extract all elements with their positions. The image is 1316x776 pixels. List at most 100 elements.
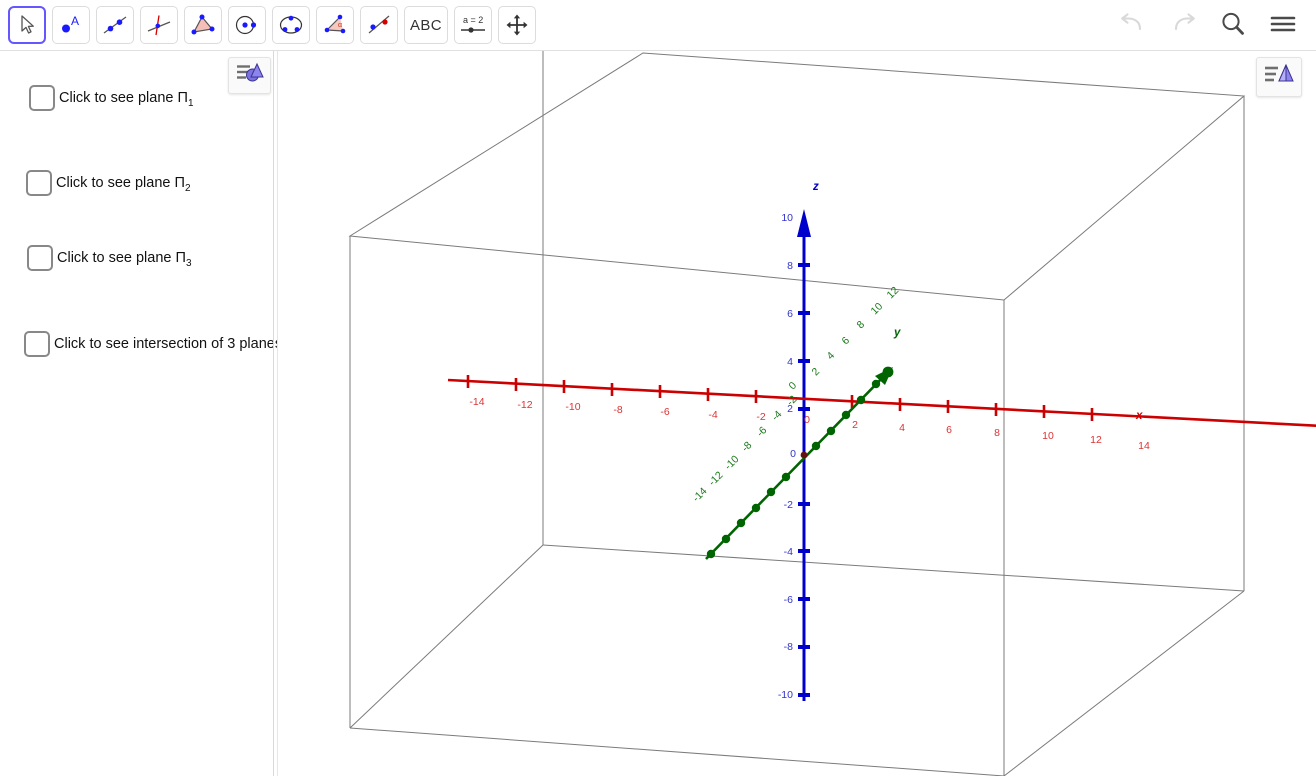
svg-text:-10: -10 <box>722 453 741 472</box>
y-axis: -14 -12 -10 -8 -6 -4 -2 0 2 4 6 8 10 12 … <box>690 284 902 560</box>
move-tool-button[interactable] <box>8 6 46 44</box>
angle-alpha-icon: α <box>322 14 348 36</box>
svg-text:-14: -14 <box>469 396 484 408</box>
angle-tool-button[interactable]: α <box>316 6 354 44</box>
svg-text:14: 14 <box>1138 440 1150 452</box>
svg-text:10: 10 <box>869 300 886 317</box>
svg-text:6: 6 <box>787 308 793 320</box>
z-axis-tick-labels: 10 8 6 4 2 0 -2 -4 -6 -8 -10 <box>778 212 796 701</box>
checkbox-label-intersection: Click to see intersection of 3 planes <box>54 336 283 352</box>
svg-text:-4: -4 <box>784 546 793 558</box>
perpendicular-line-icon <box>146 14 172 36</box>
y-axis-label: y <box>893 327 901 339</box>
checkbox-plane-3[interactable] <box>27 245 53 271</box>
toolbar-actions <box>1114 6 1302 44</box>
graphics3d-view-stylebar-button[interactable] <box>1256 57 1302 97</box>
checkbox-label-plane-3: Click to see plane Π3 <box>57 250 192 269</box>
svg-text:12: 12 <box>1090 434 1102 446</box>
svg-text:2: 2 <box>810 365 823 378</box>
x-axis: -14 -12 -10 -8 -6 -4 -2 0 2 4 6 8 10 12 … <box>447 375 1316 452</box>
graphics-3d-canvas[interactable]: 10 8 6 4 2 0 -2 -4 -6 -8 -10 z -14 -12 -… <box>278 51 1316 776</box>
checkbox-plane-1[interactable] <box>29 85 55 111</box>
svg-text:-12: -12 <box>706 469 725 488</box>
svg-text:a = 2: a = 2 <box>463 15 483 25</box>
point-tool-button[interactable]: A <box>52 6 90 44</box>
x-axis-label: x <box>1135 410 1143 422</box>
svg-text:-6: -6 <box>784 594 793 606</box>
checkbox-label-plane-2: Click to see plane Π2 <box>56 175 191 194</box>
slider-a-equals-2-icon: a = 2 <box>458 13 488 37</box>
svg-text:-2: -2 <box>784 499 793 511</box>
triangle-polygon-icon <box>190 14 216 36</box>
checkbox-row-plane-3[interactable]: Click to see plane Π3 <box>27 245 192 273</box>
svg-text:8: 8 <box>855 318 868 331</box>
perpendicular-line-tool-button[interactable] <box>140 6 178 44</box>
four-way-arrows-icon <box>505 13 529 37</box>
z-axis: 10 8 6 4 2 0 -2 -4 -6 -8 -10 z <box>778 181 819 701</box>
svg-text:-10: -10 <box>565 401 580 413</box>
ellipse-tool-button[interactable] <box>272 6 310 44</box>
search-button[interactable] <box>1214 6 1252 44</box>
svg-text:-10: -10 <box>778 689 793 701</box>
x-axis-tick-labels: -14 -12 -10 -8 -6 -4 -2 0 2 4 6 8 10 12 … <box>469 396 1150 452</box>
redo-button[interactable] <box>1164 6 1202 44</box>
search-icon <box>1219 10 1247 41</box>
redo-icon <box>1168 12 1198 39</box>
svg-text:4: 4 <box>899 422 905 434</box>
checkbox-row-plane-1[interactable]: Click to see plane Π1 <box>29 85 194 113</box>
checkbox-intersection[interactable] <box>24 331 50 357</box>
checkbox-plane-2[interactable] <box>26 170 52 196</box>
clipping-box-wireframe <box>348 51 1246 776</box>
ellipse-three-points-icon <box>278 14 304 36</box>
checkbox-label-plane-1: Click to see plane Π1 <box>59 90 194 109</box>
svg-text:12: 12 <box>885 284 902 301</box>
svg-text:-4: -4 <box>769 408 784 423</box>
move-view-tool-button[interactable] <box>498 6 536 44</box>
circle-tool-button[interactable] <box>228 6 266 44</box>
svg-text:-6: -6 <box>754 424 769 439</box>
hamburger-menu-icon <box>1269 12 1297 39</box>
stylebar-shapes-icon <box>235 61 265 90</box>
graphics-3d-view[interactable]: 10 8 6 4 2 0 -2 -4 -6 -8 -10 z -14 -12 -… <box>278 51 1316 776</box>
undo-button[interactable] <box>1114 6 1152 44</box>
svg-text:0: 0 <box>787 379 800 392</box>
cursor-arrow-icon <box>16 14 38 36</box>
abc-text-icon: ABC <box>409 16 443 34</box>
line-through-points-icon <box>102 14 128 36</box>
main-toolbar: A α ABC a = 2 <box>0 0 1316 51</box>
point-a-icon: A <box>59 14 83 36</box>
circle-center-point-icon <box>234 14 260 36</box>
svg-text:0: 0 <box>790 448 796 460</box>
stylebar-pyramid-icon <box>1263 62 1295 93</box>
checkbox-row-plane-2[interactable]: Click to see plane Π2 <box>26 170 191 198</box>
reflect-tool-button[interactable] <box>360 6 398 44</box>
svg-text:2: 2 <box>852 419 858 431</box>
svg-text:A: A <box>71 14 79 28</box>
svg-text:-8: -8 <box>739 439 754 454</box>
svg-text:-14: -14 <box>690 485 709 504</box>
svg-text:0: 0 <box>804 414 810 426</box>
reflect-about-line-icon <box>366 14 392 36</box>
origin-point <box>800 451 808 459</box>
algebra-view-stylebar-button[interactable] <box>228 57 271 94</box>
svg-text:4: 4 <box>825 349 838 362</box>
panel-divider[interactable] <box>273 51 274 776</box>
line-tool-button[interactable] <box>96 6 134 44</box>
menu-button[interactable] <box>1264 6 1302 44</box>
svg-text:-8: -8 <box>784 641 793 653</box>
text-tool-button[interactable]: ABC <box>404 6 448 44</box>
svg-text:-12: -12 <box>517 399 532 411</box>
z-axis-label: z <box>812 181 819 193</box>
svg-text:-8: -8 <box>613 404 622 416</box>
svg-text:-4: -4 <box>708 409 717 421</box>
svg-text:-2: -2 <box>756 411 765 423</box>
geogebra-3d-app: A α ABC a = 2 Click to see plane Π1 Clic… <box>0 0 1316 776</box>
polygon-tool-button[interactable] <box>184 6 222 44</box>
checkbox-row-intersection[interactable]: Click to see intersection of 3 planes <box>24 331 282 357</box>
svg-text:10: 10 <box>781 212 793 224</box>
svg-text:6: 6 <box>840 334 853 347</box>
svg-text:4: 4 <box>787 356 793 368</box>
svg-text:-6: -6 <box>660 406 669 418</box>
slider-tool-button[interactable]: a = 2 <box>454 6 492 44</box>
svg-text:10: 10 <box>1042 430 1054 442</box>
